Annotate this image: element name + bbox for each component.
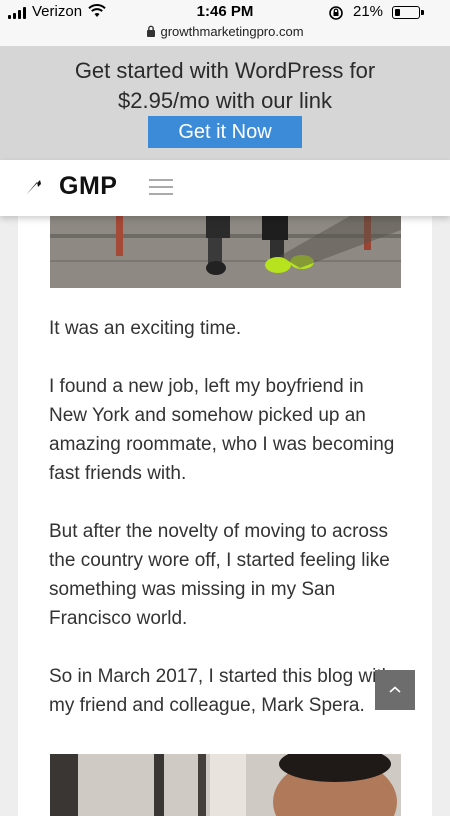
get-it-now-button[interactable]: Get it Now [148,116,302,148]
site-header: GMP [0,160,450,216]
chevron-up-icon [388,683,402,698]
article-card: It was an exciting time. I found a new j… [18,216,432,816]
address-bar[interactable]: growthmarketingpro.com [0,24,450,40]
battery-percent: 21% [353,3,384,20]
back-to-top-button[interactable] [375,670,415,710]
url-text: growthmarketingpro.com [160,24,304,39]
article-photo-top [50,216,401,288]
article-paragraph: I found a new job, left my boyfriend in … [49,376,395,484]
status-bar: Verizon 1:46 PM 21% growthmarketingpro.c… [0,0,450,46]
logo-text: GMP [59,172,118,200]
promo-banner: Get started with WordPress for $2.95/mo … [0,46,450,160]
site-logo[interactable]: GMP [24,172,117,201]
article-paragraph: But after the novelty of moving to acros… [49,521,390,629]
promo-text: Get started with WordPress for $2.95/mo … [74,58,376,113]
hamburger-menu-icon[interactable] [149,179,173,195]
article-body: It was an exciting time. I found a new j… [49,314,405,749]
padlock-icon [146,25,156,40]
article-paragraph: So in March 2017, I started this blog wi… [49,666,393,716]
article-paragraph: It was an exciting time. [49,318,242,339]
rotation-lock-icon [328,5,344,25]
article-photo-bottom [50,754,401,816]
lightning-bolt-icon [24,172,54,201]
battery-icon [392,6,424,19]
